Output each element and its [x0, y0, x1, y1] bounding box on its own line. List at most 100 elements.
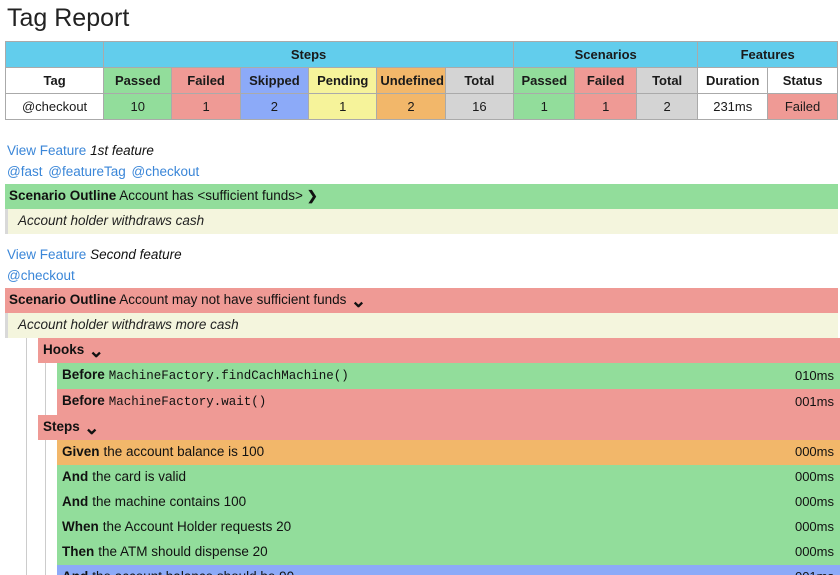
- scenario-toggle-bar[interactable]: Scenario Outline Account has <sufficient…: [5, 184, 838, 209]
- table-cell: 1: [574, 93, 637, 120]
- feature-name: Second feature: [90, 247, 182, 262]
- step-text-wrap: Before MachineFactory.findCachMachine(): [62, 365, 785, 386]
- scenario-description: Account holder withdraws more cash: [5, 313, 838, 338]
- feature-tag-link[interactable]: @checkout: [7, 268, 75, 283]
- step-description: MachineFactory.findCachMachine(): [108, 369, 349, 383]
- table-group-header: [4, 41, 105, 68]
- table-cell: 2: [635, 93, 699, 120]
- table-group-header: Features: [697, 41, 838, 68]
- step-row[interactable]: And the account balance should be 90 001ms: [57, 565, 840, 575]
- step-text-wrap: And the card is valid: [62, 467, 785, 487]
- chevron-right-icon[interactable]: ❯: [307, 186, 318, 206]
- step-duration: 000ms: [794, 519, 834, 534]
- table-column-header-status: Status: [767, 67, 838, 94]
- step-row[interactable]: Then the ATM should dispense 20 000ms: [57, 540, 840, 565]
- feature-tag-link[interactable]: @checkout: [132, 164, 200, 179]
- feature-block: View Feature Second feature @checkout Scen…: [5, 244, 840, 575]
- step-keyword: Given: [62, 444, 100, 459]
- table-row: @checkout 10 1 2 1 2 16 1 1 2 231ms Failed: [4, 93, 838, 120]
- step-duration: 000ms: [794, 544, 834, 559]
- step-keyword: Before: [62, 367, 105, 382]
- step-text-wrap: Before MachineFactory.wait(): [62, 391, 785, 412]
- feature-header-line: View Feature Second feature: [5, 244, 840, 265]
- step-description: MachineFactory.wait(): [108, 395, 267, 409]
- table-cell: 231ms: [697, 93, 769, 120]
- step-keyword: And: [62, 469, 89, 484]
- step-row[interactable]: Before MachineFactory.wait() 001ms: [57, 389, 840, 415]
- table-column-header-total: Total: [444, 67, 515, 94]
- table-cell: 10: [103, 93, 173, 120]
- step-keyword: And: [62, 569, 88, 575]
- step-row[interactable]: And the machine contains 100 000ms: [57, 490, 840, 515]
- step-keyword: Before: [62, 393, 105, 408]
- chevron-down-icon[interactable]: ⌄: [350, 292, 366, 311]
- section-body: Given the account balance is 100 000ms And t…: [45, 440, 840, 575]
- table-cell: Failed: [767, 93, 838, 120]
- feature-tag-line: @fast @featureTag @checkout: [5, 161, 840, 184]
- table-cell: @checkout: [4, 93, 105, 120]
- page-title: Tag Report: [7, 4, 130, 32]
- table-column-header-failed: Failed: [171, 67, 241, 94]
- scenario-description: Account holder withdraws cash: [5, 209, 838, 234]
- step-row[interactable]: When the Account Holder requests 20 000ms: [57, 515, 840, 540]
- scenario-keyword: Scenario Outline: [9, 292, 117, 307]
- step-keyword: When: [62, 519, 99, 534]
- table-cell: 2: [376, 93, 446, 120]
- scenario-toggle-bar[interactable]: Scenario Outline Account may not have su…: [5, 288, 838, 313]
- table-cell: 1: [171, 93, 241, 120]
- feature-tag-link[interactable]: @featureTag: [48, 164, 126, 179]
- step-row[interactable]: Given the account balance is 100 000ms: [57, 440, 840, 465]
- feature-tag-link[interactable]: @fast: [7, 164, 42, 179]
- section-body: Before MachineFactory.findCachMachine() 01…: [45, 363, 840, 415]
- step-duration: 000ms: [794, 444, 834, 459]
- table-column-header-skipped: Skipped: [239, 67, 310, 94]
- step-text-wrap: And the machine contains 100: [62, 492, 785, 512]
- step-text-wrap: Given the account balance is 100: [62, 442, 785, 462]
- step-description: the account balance should be 90: [92, 569, 294, 575]
- step-duration: 000ms: [794, 494, 834, 509]
- feature-block: View Feature 1st feature @fast @featureTa…: [5, 140, 840, 234]
- view-feature-link[interactable]: View Feature: [7, 247, 86, 262]
- table-cell: 1: [308, 93, 378, 120]
- step-text-wrap: And the account balance should be 90: [62, 567, 785, 575]
- table-column-header-pending: Pending: [308, 67, 378, 94]
- table-column-header-total: Total: [635, 67, 699, 94]
- table-column-header-passed: Passed: [103, 67, 173, 94]
- tag-summary-table: Steps Scenarios Features Tag Passed Failed Sk…: [4, 41, 838, 120]
- step-row[interactable]: Before MachineFactory.findCachMachine() 01…: [57, 363, 840, 389]
- table-column-header-undefined: Undefined: [376, 67, 446, 94]
- section-toggle-steps[interactable]: Steps ⌄: [38, 415, 840, 440]
- step-duration: 010ms: [794, 367, 834, 383]
- step-duration: 001ms: [794, 393, 834, 409]
- step-text-wrap: Then the ATM should dispense 20: [62, 542, 785, 562]
- view-feature-link[interactable]: View Feature: [7, 143, 86, 158]
- table-column-header-failed: Failed: [574, 67, 637, 94]
- table-group-header: Steps: [103, 41, 515, 68]
- features-list: View Feature 1st feature @fast @featureTa…: [5, 140, 840, 575]
- table-column-header-row: Tag Passed Failed Skipped Pending Undefined To…: [4, 67, 838, 94]
- section-toggle-hooks[interactable]: Hooks ⌄: [38, 338, 840, 363]
- chevron-down-icon[interactable]: ⌄: [84, 419, 100, 438]
- table-cell: 2: [239, 93, 310, 120]
- step-row[interactable]: And the card is valid 000ms: [57, 465, 840, 490]
- table-cell: 1: [513, 93, 576, 120]
- scenario-name: Account may not have sufficient funds: [119, 292, 347, 307]
- step-keyword: Then: [62, 544, 95, 559]
- step-description: the account balance is 100: [103, 444, 265, 459]
- step-description: the ATM should dispense 20: [98, 544, 268, 559]
- chevron-down-icon[interactable]: ⌄: [88, 342, 104, 361]
- step-text-wrap: When the Account Holder requests 20: [62, 517, 785, 537]
- step-description: the card is valid: [92, 469, 187, 484]
- table-cell: 16: [444, 93, 515, 120]
- table-column-header-passed: Passed: [513, 67, 576, 94]
- step-keyword: And: [62, 494, 89, 509]
- scenario-keyword: Scenario Outline: [9, 188, 117, 203]
- feature-name: 1st feature: [90, 143, 154, 158]
- feature-header-line: View Feature 1st feature: [5, 140, 840, 161]
- feature-tag-line: @checkout: [5, 265, 840, 288]
- table-column-header-duration: Duration: [697, 67, 769, 94]
- table-column-header-tag: Tag: [4, 67, 105, 94]
- scenario-details: Hooks ⌄ Before MachineFactory.findCachMachi…: [26, 338, 840, 575]
- table-group-header: Scenarios: [513, 41, 699, 68]
- scenario-name: Account has <sufficient funds>: [119, 188, 303, 203]
